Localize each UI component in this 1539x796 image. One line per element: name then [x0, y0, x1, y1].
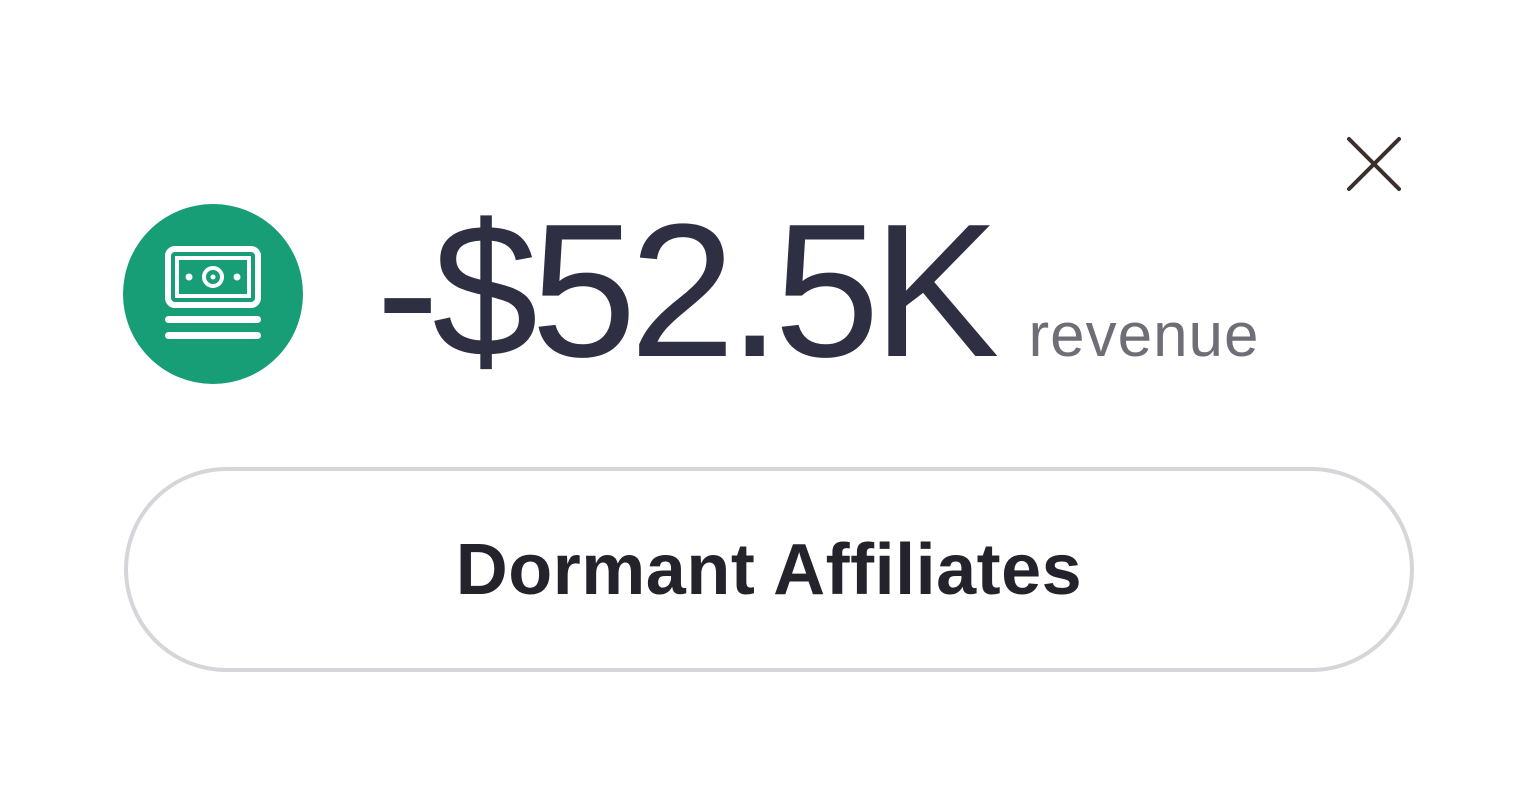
- revenue-summary-card: -$52.5K revenue Dormant Affiliates: [0, 0, 1539, 796]
- money-badge: [123, 204, 303, 384]
- revenue-headline: -$52.5K revenue: [376, 185, 1260, 397]
- money-stack-icon: [165, 246, 261, 339]
- close-icon: [1347, 137, 1401, 191]
- revenue-amount: -$52.5K: [376, 185, 999, 397]
- segment-button[interactable]: Dormant Affiliates: [124, 467, 1414, 672]
- segment-label: Dormant Affiliates: [455, 529, 1083, 610]
- revenue-unit-label: revenue: [1028, 301, 1260, 370]
- close-button[interactable]: [1340, 130, 1408, 198]
